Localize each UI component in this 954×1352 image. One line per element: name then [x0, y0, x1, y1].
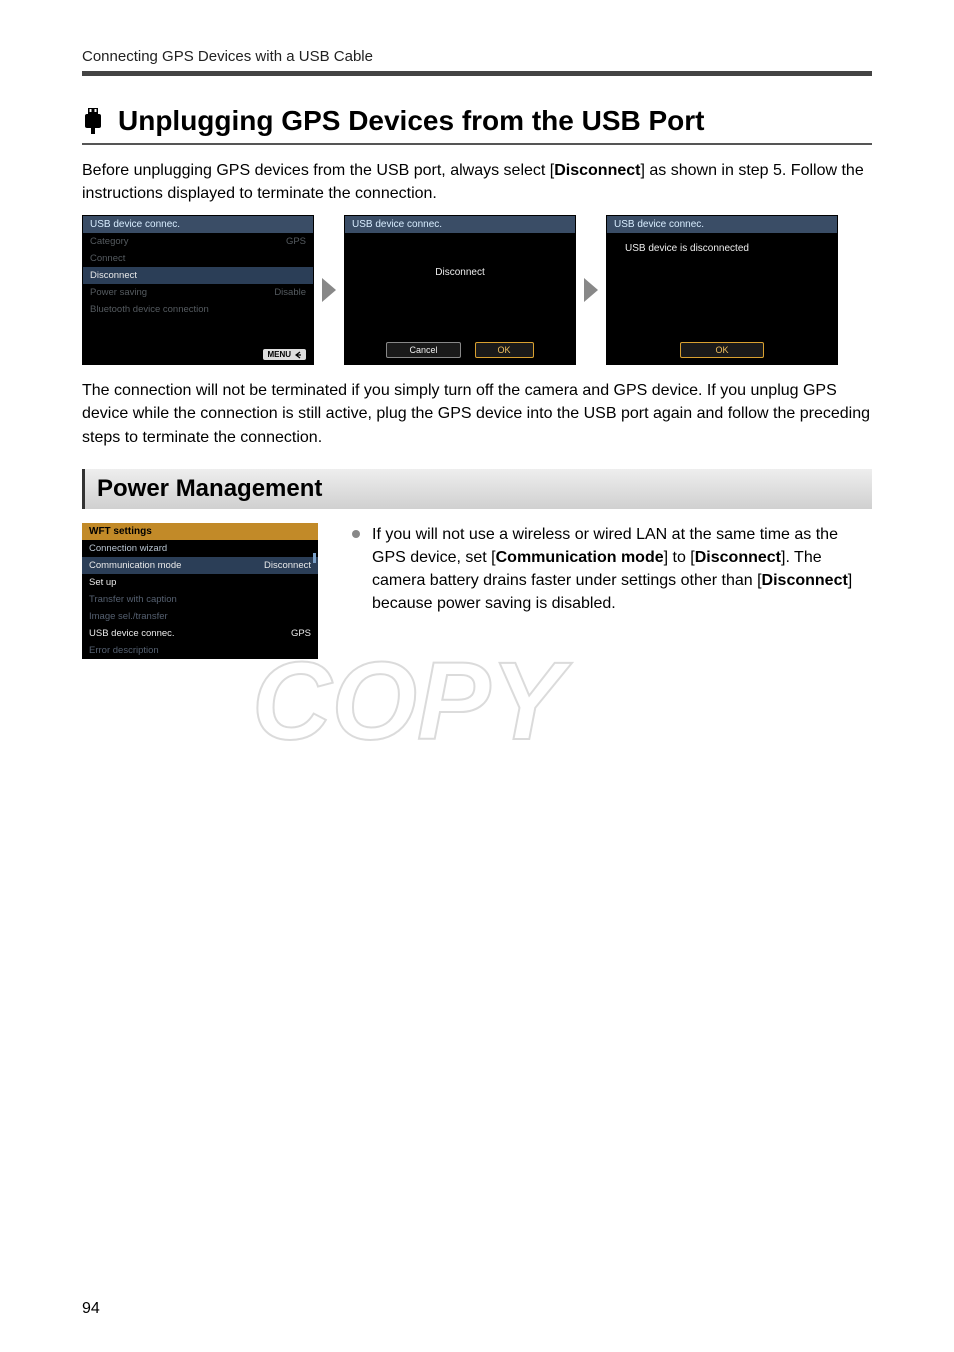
screen1-row-disconnect: Disconnect	[83, 267, 313, 284]
screenshot-1: USB device connec. CategoryGPS Connect D…	[82, 215, 314, 365]
arrow-icon	[584, 278, 598, 302]
screen3-title: USB device connec.	[607, 216, 837, 233]
screen3-buttons: OK	[607, 342, 837, 358]
page-title: Unplugging GPS Devices from the USB Port	[118, 106, 705, 137]
wft-title: WFT settings	[82, 523, 318, 540]
page-number: 94	[82, 1300, 100, 1318]
intro-paragraph: Before unplugging GPS devices from the U…	[82, 159, 872, 205]
screen1-row-category: CategoryGPS	[83, 233, 313, 250]
wft-scrollbar	[313, 553, 316, 563]
running-header: Connecting GPS Devices with a USB Cable	[82, 48, 872, 65]
intro-bold: Disconnect	[554, 162, 640, 179]
screen1-footer: MENU	[263, 349, 306, 360]
wft-row-connection-wizard: Connection wizard	[82, 540, 318, 557]
screenshot-sequence: USB device connec. CategoryGPS Connect D…	[82, 215, 872, 365]
ok-button: OK	[475, 342, 534, 358]
after-paragraph: The connection will not be terminated if…	[82, 379, 872, 449]
header-rule	[82, 71, 872, 76]
usb-plug-icon	[82, 108, 104, 134]
screen1-row-connect: Connect	[83, 250, 313, 267]
wft-row-error-description: Error description	[82, 642, 318, 659]
screen2-title: USB device connec.	[345, 216, 575, 233]
screen2-message: Disconnect	[345, 233, 575, 278]
screen1-title: USB device connec.	[83, 216, 313, 233]
screenshot-3: USB device connec. USB device is disconn…	[606, 215, 838, 365]
wft-row-usb-device: USB device connec.GPS	[82, 625, 318, 642]
wft-row-communication-mode: Communication modeDisconnect	[82, 557, 318, 574]
title-underline	[82, 143, 872, 145]
wft-settings-screenshot: WFT settings Connection wizard Communica…	[82, 523, 318, 659]
heading-row: Unplugging GPS Devices from the USB Port	[82, 106, 872, 137]
section-heading-power-management: Power Management	[82, 469, 872, 509]
intro-pre: Before unplugging GPS devices from the U…	[82, 162, 554, 179]
ok-button: OK	[680, 342, 763, 358]
back-arrow-icon	[294, 351, 302, 359]
screenshot-2: USB device connec. Disconnect Cancel OK	[344, 215, 576, 365]
screen3-message: USB device is disconnected	[607, 233, 837, 254]
menu-back-pill: MENU	[263, 349, 306, 360]
screen2-buttons: Cancel OK	[345, 342, 575, 358]
cancel-button: Cancel	[386, 342, 460, 358]
screen1-row-powersaving: Power savingDisable	[83, 284, 313, 301]
power-management-row: WFT settings Connection wizard Communica…	[82, 523, 872, 659]
arrow-icon	[322, 278, 336, 302]
wft-row-setup: Set up	[82, 574, 318, 591]
bullet-text: If you will not use a wireless or wired …	[352, 523, 872, 616]
wft-row-image-sel: Image sel./transfer	[82, 608, 318, 625]
wft-row-transfer-caption: Transfer with caption	[82, 591, 318, 608]
screen1-row-bluetooth: Bluetooth device connection	[83, 301, 313, 318]
